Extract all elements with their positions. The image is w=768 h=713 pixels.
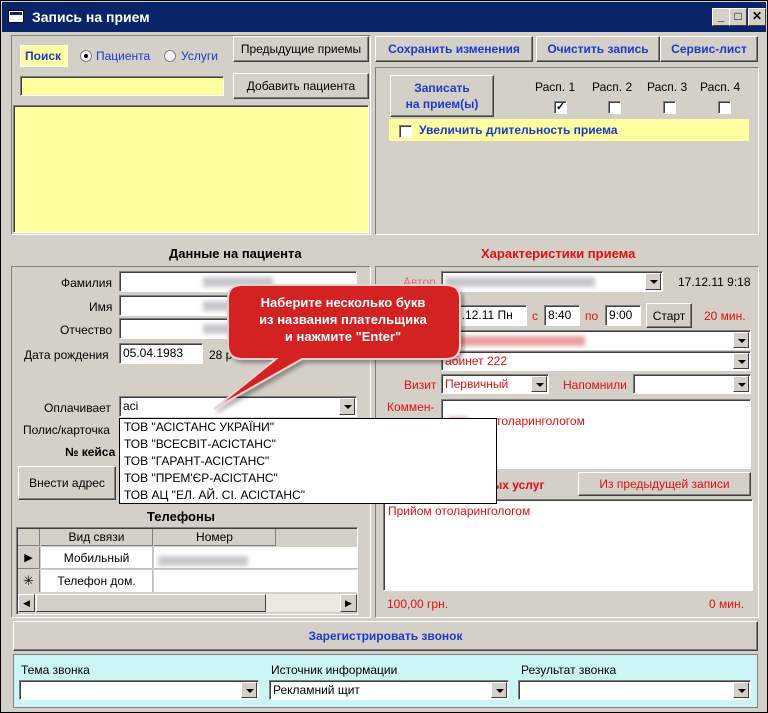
schedule-3-checkbox[interactable] xyxy=(663,101,676,114)
radio-patients[interactable] xyxy=(80,50,92,62)
scroll-left-icon[interactable]: ◀ xyxy=(18,594,35,612)
tooltip-text: Наберите несколько букв из названия плат… xyxy=(259,295,427,344)
payer-label: Оплачивает xyxy=(44,401,111,415)
dob-field[interactable]: 05.04.1983 xyxy=(119,343,203,364)
extend-duration-label: Увеличить длительность приема xyxy=(419,123,618,137)
schedule-2-checkbox[interactable] xyxy=(608,101,621,114)
schedule-2-label: Расп. 2 xyxy=(592,80,633,94)
search-input[interactable] xyxy=(20,76,224,96)
duration-text: 20 мин. xyxy=(704,309,746,323)
phones-hscrollbar[interactable]: ◀ ▶ xyxy=(18,594,358,612)
form-icon xyxy=(8,10,24,23)
book-appointment-button[interactable]: Записать на прием(ы) xyxy=(390,75,494,117)
info-source-label: Источник информации xyxy=(271,663,398,677)
search-label: Поиск xyxy=(20,45,68,67)
time-to-field[interactable]: 9:00 xyxy=(605,305,641,326)
case-label: № кейса xyxy=(65,445,116,459)
call-topic-label: Тема звонка xyxy=(21,663,90,677)
phones-header: Телефоны xyxy=(147,509,215,524)
service-list-button[interactable]: Сервис-лист xyxy=(660,36,758,62)
main-window: Запись на прием _ □ ✕ Поиск Пациента Усл… xyxy=(0,0,768,713)
surname-label: Фамилия xyxy=(61,276,112,290)
chevron-down-icon[interactable] xyxy=(645,273,661,290)
services-field[interactable]: Прийом отоларингологом xyxy=(383,499,753,591)
doctor-combobox[interactable] xyxy=(451,330,751,350)
payer-option[interactable]: ТОВ "АСІСТАНС УКРАЇНИ" xyxy=(120,419,496,436)
save-changes-button[interactable]: Сохранить изменения xyxy=(375,36,533,62)
dob-label: Дата рождения xyxy=(24,348,109,362)
phones-col-number: Номер xyxy=(154,529,276,546)
chevron-down-icon[interactable] xyxy=(241,682,257,698)
payer-option[interactable]: ТОВ АЦ "ЕЛ. АЙ. СІ. АСІСТАНС" xyxy=(120,487,496,504)
payer-combobox-value: aci xyxy=(123,399,139,413)
add-address-button[interactable]: Внести адрес xyxy=(18,466,116,500)
cabinet-combobox[interactable]: абинет 222 xyxy=(441,351,751,371)
appointment-header: Характеристики приема xyxy=(481,246,636,261)
chevron-down-icon[interactable] xyxy=(733,376,749,392)
time-from-field[interactable]: 8:40 xyxy=(544,305,580,326)
reminded-label: Напомнили xyxy=(563,378,627,392)
new-row-icon: ✳ xyxy=(18,570,40,592)
payer-option[interactable]: ТОВ "ПРЕМ'ЄР-АСІСТАНС" xyxy=(120,470,496,487)
register-call-button[interactable]: Зарегистрировать звонок xyxy=(13,621,758,651)
close-button[interactable]: ✕ xyxy=(748,8,766,26)
info-source-value: Рекламний щит xyxy=(273,683,360,697)
from-label: с xyxy=(532,309,538,323)
policy-label: Полис/карточка xyxy=(23,423,110,437)
call-topic-combobox[interactable] xyxy=(19,680,259,700)
clear-record-button[interactable]: Очистить запись xyxy=(536,36,660,62)
phone-row-type[interactable]: Мобильный xyxy=(41,547,153,569)
phone-row-number[interactable] xyxy=(154,547,358,569)
phones-corner xyxy=(18,529,40,546)
previous-appointments-button[interactable]: Предыдущие приемы xyxy=(233,36,369,62)
search-results-list[interactable] xyxy=(13,105,369,233)
radio-services-label: Услуги xyxy=(181,49,218,63)
chevron-down-icon[interactable] xyxy=(491,682,507,698)
name-label: Имя xyxy=(89,300,113,314)
add-patient-button[interactable]: Добавить пациента xyxy=(233,73,369,99)
services-label: ых услуг xyxy=(492,478,545,492)
window-title: Запись на прием xyxy=(32,9,150,25)
info-source-combobox[interactable]: Рекламний щит xyxy=(269,680,509,700)
phone-row-type-new[interactable]: Телефон дом. xyxy=(41,570,153,592)
chevron-down-icon[interactable] xyxy=(733,332,749,348)
phone-row-number-new[interactable] xyxy=(154,570,358,592)
total-minutes-text: 0 мин. xyxy=(709,597,744,611)
chevron-down-icon[interactable] xyxy=(733,353,749,369)
extend-duration-checkbox[interactable] xyxy=(399,125,412,138)
phones-col-type: Вид связи xyxy=(41,529,153,546)
price-text: 100,00 грн. xyxy=(387,597,449,611)
radio-services[interactable] xyxy=(164,50,176,62)
radio-patients-label: Пациента xyxy=(96,49,151,63)
scroll-right-icon[interactable]: ▶ xyxy=(340,594,357,612)
payer-option[interactable]: ТОВ "ГАРАНТ-АСІСТАНС" xyxy=(120,453,496,470)
patient-data-header: Данные на пациента xyxy=(169,246,302,261)
scroll-thumb[interactable] xyxy=(36,594,266,612)
schedule-1-checkbox[interactable]: ✓ xyxy=(554,101,567,114)
patronymic-label: Отчество xyxy=(60,323,113,337)
payer-dropdown-list[interactable]: ТОВ "АСІСТАНС УКРАЇНИ" ТОВ "ВСЕСВІТ-АСІСТ… xyxy=(119,418,497,504)
reminded-combobox[interactable] xyxy=(633,374,751,394)
to-label: по xyxy=(585,309,599,323)
created-timestamp: 17.12.11 9:18 xyxy=(678,275,751,289)
title-bar: Запись на прием _ □ ✕ xyxy=(2,2,766,32)
chevron-down-icon[interactable] xyxy=(733,682,749,698)
payer-option[interactable]: ТОВ "ВСЕСВІТ-АСІСТАНС" xyxy=(120,436,496,453)
call-result-label: Результат звонка xyxy=(521,663,617,677)
minimize-button[interactable]: _ xyxy=(712,8,730,26)
start-button[interactable]: Старт xyxy=(646,303,692,328)
schedule-1-label: Расп. 1 xyxy=(535,80,576,94)
schedule-3-label: Расп. 3 xyxy=(647,80,688,94)
schedule-4-checkbox[interactable] xyxy=(718,101,731,114)
call-result-combobox[interactable] xyxy=(518,680,751,700)
schedule-4-label: Расп. 4 xyxy=(700,80,741,94)
from-previous-button[interactable]: Из предыдущей записи xyxy=(578,472,751,496)
author-combobox[interactable] xyxy=(441,271,663,292)
current-row-icon: ▶ xyxy=(18,547,40,569)
maximize-button[interactable]: □ xyxy=(729,8,747,26)
chevron-down-icon[interactable] xyxy=(531,376,547,392)
